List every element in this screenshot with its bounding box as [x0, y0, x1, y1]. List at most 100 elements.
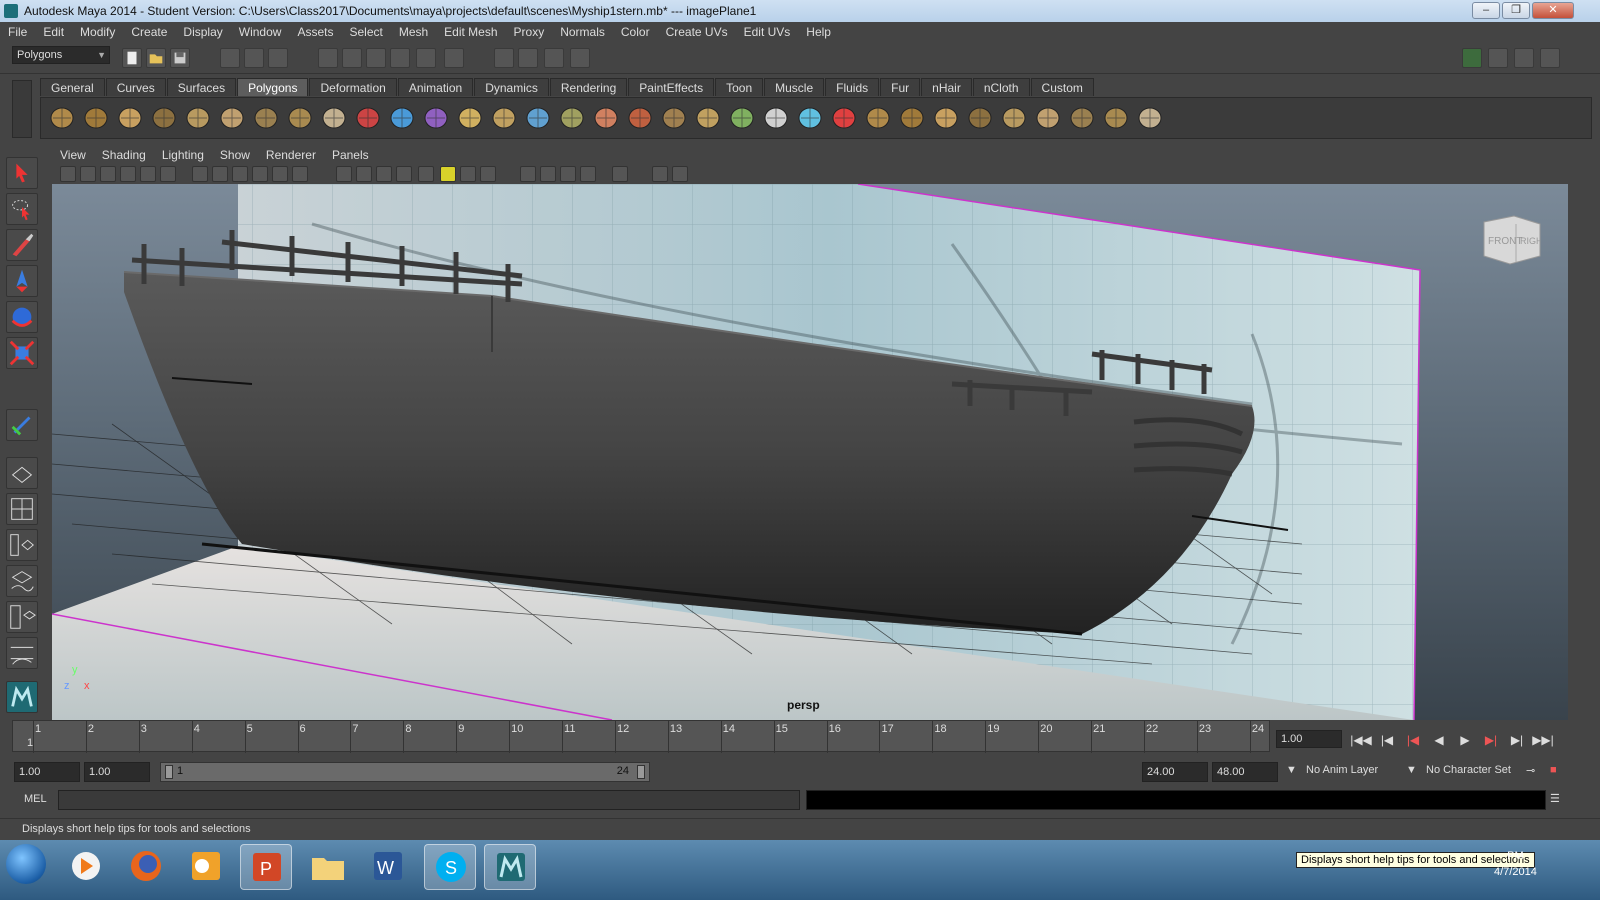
shelf-tab-muscle[interactable]: Muscle — [764, 78, 825, 96]
sphere-icon[interactable] — [47, 102, 77, 134]
uv-auto-icon[interactable] — [1135, 102, 1165, 134]
character-set-dropdown-arrow[interactable]: ▼ — [1406, 764, 1417, 776]
restore-button[interactable]: ❐ — [1502, 2, 1530, 19]
step-back-key-icon[interactable]: |◀ — [1374, 730, 1400, 750]
split-icon[interactable] — [591, 102, 621, 134]
character-set-selector[interactable]: No Character Set — [1426, 764, 1511, 776]
select-hierarchy-icon[interactable] — [220, 48, 240, 68]
insert-loop-icon[interactable] — [625, 102, 655, 134]
panel-menu-view[interactable]: View — [52, 148, 94, 162]
extrude-icon[interactable] — [489, 102, 519, 134]
shelf-tab-dynamics[interactable]: Dynamics — [474, 78, 549, 96]
persp-outliner-layout-icon[interactable] — [6, 529, 38, 561]
mel-command-input[interactable] — [58, 790, 800, 810]
panel-menu-panels[interactable]: Panels — [324, 148, 377, 162]
menu-set-selector[interactable]: Polygons ▼ — [12, 46, 110, 64]
outlook-icon[interactable] — [180, 844, 232, 890]
wireframe-on-shaded-icon[interactable] — [396, 166, 412, 182]
close-button[interactable]: ✕ — [1532, 2, 1574, 19]
smooth-icon[interactable] — [421, 102, 451, 134]
construction-history-icon[interactable] — [444, 48, 464, 68]
view-cube[interactable]: FRONT RIGHT — [1480, 212, 1544, 268]
windows-media-player-icon[interactable] — [60, 844, 112, 890]
quadrangulate-icon[interactable] — [931, 102, 961, 134]
grease-pencil-icon[interactable] — [140, 166, 156, 182]
triangulate-icon[interactable] — [897, 102, 927, 134]
field-chart-icon[interactable] — [252, 166, 268, 182]
select-object-icon[interactable] — [244, 48, 264, 68]
last-tool-used-icon[interactable] — [6, 409, 38, 441]
cylinder-icon[interactable] — [115, 102, 145, 134]
ipr-render-icon[interactable] — [544, 48, 564, 68]
single-perspective-layout-icon[interactable] — [6, 457, 38, 489]
layout-toggle-icon[interactable] — [1462, 48, 1482, 68]
play-forwards-icon[interactable]: ▶ — [1452, 730, 1478, 750]
separate-icon[interactable] — [387, 102, 417, 134]
2d-pan-zoom-icon[interactable] — [120, 166, 136, 182]
step-back-frame-icon[interactable]: |◀ — [1400, 730, 1426, 750]
persp-graph-layout-icon[interactable] — [6, 565, 38, 597]
animation-end-field[interactable]: 48.00 — [1212, 762, 1278, 782]
uv-cylinder-icon[interactable] — [1067, 102, 1097, 134]
minimize-button[interactable]: – — [1472, 2, 1500, 19]
menu-edit-mesh[interactable]: Edit Mesh — [436, 25, 505, 39]
snap-view-plane-icon[interactable] — [390, 48, 410, 68]
skype-icon[interactable]: S — [424, 844, 476, 890]
attribute-editor-icon[interactable] — [1488, 48, 1508, 68]
anim-layer-dropdown-arrow[interactable]: ▼ — [1286, 764, 1297, 776]
four-view-layout-icon[interactable] — [6, 493, 38, 525]
shelf-tab-fur[interactable]: Fur — [880, 78, 921, 96]
file-explorer-icon[interactable] — [302, 844, 354, 890]
select-tool-icon[interactable] — [6, 157, 38, 189]
menu-edit[interactable]: Edit — [35, 25, 72, 39]
save-scene-icon[interactable] — [170, 48, 190, 68]
duplicate-face-icon[interactable] — [795, 102, 825, 134]
time-slider[interactable]: 1 1 2 3 4 5 6 7 8 9 10 11 12 13 14 15 16 17 18 19 20 21 22 23 2… — [12, 720, 1270, 753]
panel-menu-show[interactable]: Show — [212, 148, 258, 162]
gate-mask-icon[interactable] — [232, 166, 248, 182]
shelf-tab-animation[interactable]: Animation — [397, 78, 474, 96]
auto-key-icon[interactable]: ■ — [1550, 764, 1557, 776]
render-settings-icon[interactable] — [570, 48, 590, 68]
shelf-tab-polygons[interactable]: Polygons — [237, 78, 309, 96]
step-forward-key-icon[interactable]: ▶| — [1504, 730, 1530, 750]
uv-checker-icon[interactable] — [999, 102, 1029, 134]
shelf-tab-general[interactable]: General — [40, 78, 105, 96]
shelf-tab-curves[interactable]: Curves — [105, 78, 166, 96]
playback-end-field[interactable]: 24.00 — [1142, 762, 1208, 782]
lasso-tool-icon[interactable] — [6, 193, 38, 225]
panel-menu-lighting[interactable]: Lighting — [154, 148, 212, 162]
pipe-icon[interactable] — [285, 102, 315, 134]
shadows-icon[interactable] — [460, 166, 476, 182]
snap-curve-icon[interactable] — [342, 48, 362, 68]
animation-start-field[interactable]: 1.00 — [14, 762, 80, 782]
go-to-start-icon[interactable]: |◀◀ — [1348, 730, 1374, 750]
shelf-tab-surfaces[interactable]: Surfaces — [166, 78, 237, 96]
channel-box-icon[interactable] — [1540, 48, 1560, 68]
play-backwards-icon[interactable]: ◀ — [1426, 730, 1452, 750]
select-component-icon[interactable] — [268, 48, 288, 68]
safe-title-icon[interactable] — [292, 166, 308, 182]
persp-hypershade-layout-icon[interactable] — [6, 601, 38, 633]
menu-color[interactable]: Color — [613, 25, 658, 39]
render-current-icon[interactable] — [518, 48, 538, 68]
powerpoint-icon[interactable]: P — [240, 844, 292, 890]
pyramid-icon[interactable] — [251, 102, 281, 134]
word-icon[interactable]: W — [362, 844, 414, 890]
menu-window[interactable]: Window — [231, 25, 290, 39]
poke-icon[interactable] — [761, 102, 791, 134]
mel-label[interactable]: MEL — [24, 793, 47, 805]
menu-create-uvs[interactable]: Create UVs — [658, 25, 736, 39]
bookmark-icon[interactable] — [80, 166, 96, 182]
panel-menu-shading[interactable]: Shading — [94, 148, 154, 162]
mirror-icon[interactable] — [863, 102, 893, 134]
go-to-end-icon[interactable]: ▶▶| — [1530, 730, 1556, 750]
grid-icon[interactable] — [160, 166, 176, 182]
anti-aliasing-icon[interactable] — [540, 166, 556, 182]
step-forward-frame-icon[interactable]: ▶| — [1478, 730, 1504, 750]
image-plane-icon[interactable] — [100, 166, 116, 182]
system-clock[interactable]: PM 4/7/2014 — [1494, 848, 1537, 880]
move-tool-icon[interactable] — [6, 265, 38, 297]
wedge-icon[interactable] — [693, 102, 723, 134]
soccer-ball-icon[interactable] — [319, 102, 349, 134]
